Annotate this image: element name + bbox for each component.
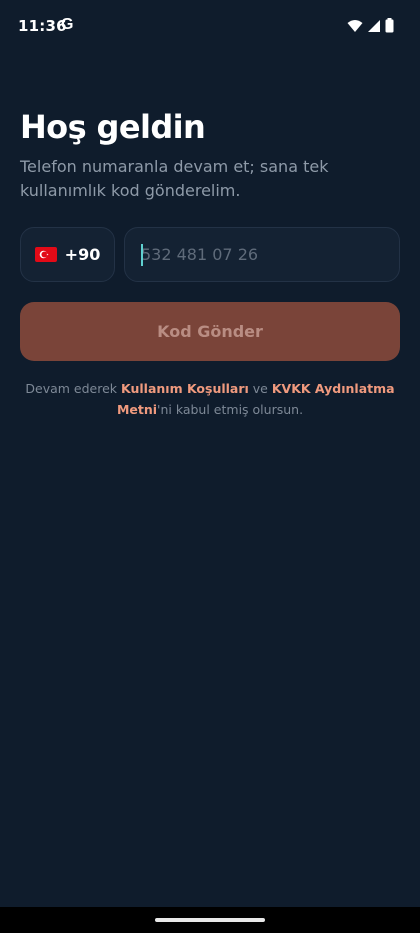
terms-middle: ve (248, 381, 272, 396)
page-subtitle: Telefon numaranla devam et; sana tek kul… (20, 157, 329, 200)
phone-input[interactable] (141, 245, 381, 264)
status-icons (347, 18, 394, 37)
signal-icon (367, 18, 381, 37)
status-bar: 11:36 G (0, 0, 420, 54)
send-code-button[interactable]: Kod Gönder (20, 302, 400, 361)
flag-turkey-icon (34, 247, 57, 262)
country-code-selector[interactable]: +90 (20, 227, 115, 282)
home-indicator[interactable] (155, 918, 265, 922)
status-time: 11:36 (18, 17, 67, 35)
phone-field[interactable] (124, 227, 400, 282)
login-screen: 11:36 G Hoş geldin Telefon numaranla dev… (0, 0, 420, 933)
google-icon: G (61, 16, 74, 33)
text-cursor (141, 243, 143, 266)
terms-prefix: Devam ederek (25, 381, 122, 396)
navigation-bar (0, 907, 420, 933)
country-code-label: +90 (64, 245, 101, 264)
terms-notice: Devam ederek Kullanım Koşulları ve KVKK … (20, 378, 400, 420)
wifi-icon (347, 18, 363, 37)
page-title: Hoş geldin (20, 108, 206, 146)
battery-icon (385, 18, 394, 37)
terms-of-use-link[interactable]: Kullanım Koşulları (121, 381, 249, 396)
terms-suffix: 'ni kabul etmiş olursun. (157, 402, 304, 417)
